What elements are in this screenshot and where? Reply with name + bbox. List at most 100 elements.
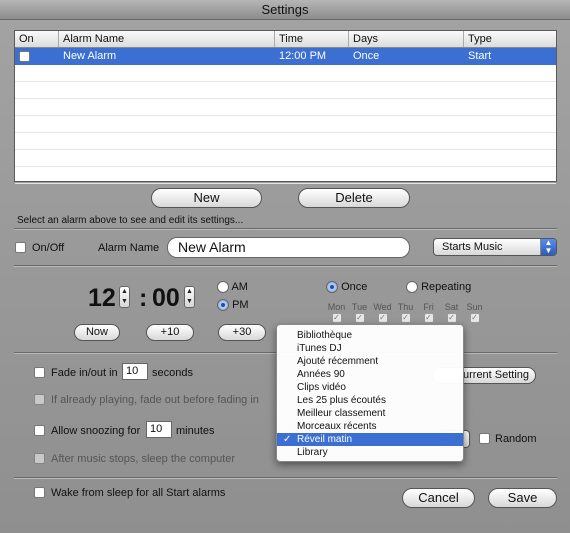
column-header-time[interactable]: Time [275,31,349,47]
hint-text: Select an alarm above to see and edit it… [17,215,244,226]
column-header-type[interactable]: Type [464,31,556,47]
pm-option[interactable]: PM [217,299,249,312]
alarm-name-cell: New Alarm [63,50,117,62]
time-colon: : [139,284,148,312]
menu-item[interactable]: Clips vidéo [277,381,463,394]
day-sat[interactable]: Sat ✓ [440,302,463,324]
minute-display[interactable]: 00 [152,284,180,313]
menu-item-label: Réveil matin [297,434,353,445]
now-button[interactable]: Now [74,324,120,341]
days-selector: Mon ✓ Tue ✓ Wed ✓ Thu ✓ Fri ✓ Sat ✓ Sun ✓ [325,302,486,324]
alarm-on-cell [15,48,59,64]
alarm-action-value: Starts Music [442,241,503,253]
sleep-after-music-checkbox[interactable] [34,453,45,464]
repeating-label: Repeating [421,281,472,293]
alarm-days-cell: Once [353,50,380,62]
popup-arrows-icon: ▲ ▼ [540,239,556,255]
am-option[interactable]: AM [217,281,248,294]
save-button[interactable]: Save [488,488,557,508]
day-checkbox[interactable]: ✓ [354,313,365,324]
column-header-alarm-name[interactable]: Alarm Name [59,31,275,47]
divider [14,228,557,230]
column-header-days[interactable]: Days [349,31,464,47]
am-label: AM [231,281,248,293]
menu-item[interactable]: Ajouté récemment [277,355,463,368]
menu-item[interactable]: Morceaux récents [277,420,463,433]
day-mon[interactable]: Mon ✓ [325,302,348,324]
menu-item[interactable]: Années 90 [277,368,463,381]
checkmark-icon: ✓ [283,434,292,445]
menu-item[interactable]: Les 25 plus écoutés [277,394,463,407]
snooze-unit-label: minutes [176,425,215,437]
hour-stepper[interactable]: ▲ ▼ [119,286,130,308]
sleep-after-music-label: After music stops, sleep the computer [51,453,236,465]
cancel-button[interactable]: Cancel [402,488,475,508]
menu-item-selected[interactable]: ✓ Réveil matin [277,433,463,446]
new-alarm-button[interactable]: New [151,188,262,208]
repeating-radio[interactable] [406,281,418,294]
onoff-label: On/Off [32,242,65,254]
day-thu[interactable]: Thu ✓ [394,302,417,324]
wake-checkbox[interactable] [34,487,45,498]
day-checkbox[interactable]: ✓ [469,313,480,324]
column-header-on[interactable]: On [15,31,59,47]
day-checkbox[interactable]: ✓ [446,313,457,324]
day-checkbox[interactable]: ✓ [377,313,388,324]
day-checkbox[interactable]: ✓ [400,313,411,324]
empty-row [15,150,556,167]
plus-10-button[interactable]: +10 [146,324,194,341]
onoff-checkbox[interactable] [15,242,26,253]
day-checkbox[interactable]: ✓ [331,313,342,324]
alarm-type-cell: Start [468,50,492,62]
window-title: Settings [0,0,570,20]
empty-row [15,99,556,116]
alarm-action-popup[interactable]: Starts Music ▲ ▼ [433,238,557,256]
once-option[interactable]: Once [326,281,368,294]
menu-item[interactable]: Meilleur classement [277,407,463,420]
empty-row [15,167,556,184]
fade-unit-label: seconds [152,367,193,379]
alarm-name-field[interactable]: New Alarm [167,237,410,258]
alarm-time-cell: 12:00 PM [279,50,327,62]
menu-item[interactable]: Bibliothèque [277,329,463,342]
divider [14,265,557,267]
plus-30-button[interactable]: +30 [218,324,266,341]
day-tue[interactable]: Tue ✓ [348,302,371,324]
settings-window: Settings On Alarm Name Time Days Type Ne… [0,0,570,533]
alarm-on-checkbox[interactable] [19,50,30,62]
divider [14,477,557,479]
once-label: Once [341,281,368,293]
am-radio[interactable] [217,281,229,294]
already-playing-checkbox[interactable] [34,394,45,405]
day-label: Fri [423,302,434,312]
day-label: Sat [444,302,459,312]
day-label: Wed [373,302,392,312]
day-label: Tue [351,302,368,312]
menu-item[interactable]: iTunes DJ [277,342,463,355]
day-label: Mon [327,302,346,312]
already-playing-label: If already playing, fade out before fadi… [51,394,259,406]
empty-row [15,65,556,82]
delete-alarm-button[interactable]: Delete [298,188,410,208]
day-fri[interactable]: Fri ✓ [417,302,440,324]
menu-item[interactable]: Library [277,446,463,459]
empty-row [15,82,556,99]
day-sun[interactable]: Sun ✓ [463,302,486,324]
random-checkbox[interactable] [479,433,490,444]
fade-seconds-field[interactable]: 10 [122,363,148,380]
repeating-option[interactable]: Repeating [406,281,472,294]
snooze-minutes-field[interactable]: 10 [146,421,172,438]
fade-label: Fade in/out in [51,367,118,379]
snooze-checkbox[interactable] [34,425,45,436]
table-row[interactable]: New Alarm 12:00 PM Once Start [15,48,556,65]
snooze-label: Allow snoozing for [51,425,141,437]
hour-display[interactable]: 12 [88,284,116,313]
day-wed[interactable]: Wed ✓ [371,302,394,324]
fade-checkbox[interactable] [34,367,45,378]
minute-stepper[interactable]: ▲ ▼ [184,286,195,308]
wake-label: Wake from sleep for all Start alarms [51,487,226,499]
alarm-name-label: Alarm Name [98,242,160,254]
day-checkbox[interactable]: ✓ [423,313,434,324]
pm-radio[interactable] [217,299,229,312]
once-radio[interactable] [326,281,338,294]
